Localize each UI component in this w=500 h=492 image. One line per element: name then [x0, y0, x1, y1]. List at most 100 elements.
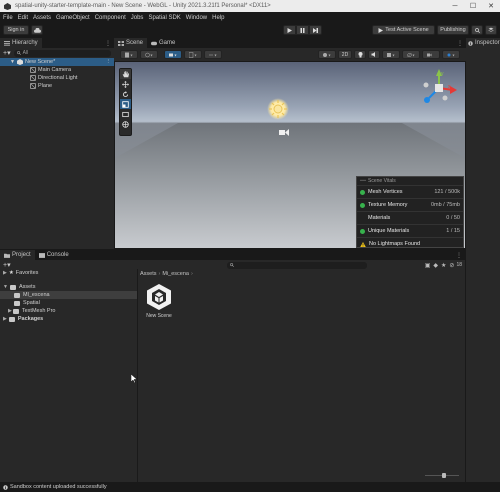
- cloud-button[interactable]: [31, 25, 43, 35]
- maximize-button[interactable]: ☐: [464, 0, 482, 12]
- favorite-icon[interactable]: ★: [441, 262, 446, 269]
- directional-light-icon: [269, 100, 287, 118]
- kebab-menu-icon[interactable]: ⋮: [456, 252, 462, 259]
- tree-favorites[interactable]: ▶ ★ Favorites: [0, 269, 137, 277]
- tree-folder-textmesh-pro[interactable]: ▶ TextMesh Pro: [0, 307, 137, 315]
- slider-handle[interactable]: [442, 473, 446, 478]
- hierarchy-tabbar: Hierarchy ⋮: [0, 38, 114, 48]
- play-icon: [378, 27, 384, 33]
- hand-icon: [122, 70, 129, 77]
- test-active-scene-button[interactable]: Test Active Scene: [372, 25, 435, 35]
- render-mode-dropdown[interactable]: ▾: [318, 50, 336, 59]
- sphere-icon: ▾: [322, 52, 330, 57]
- tree-folder-spatial[interactable]: Spatial: [0, 299, 137, 307]
- tab-hierarchy[interactable]: Hierarchy: [0, 38, 42, 48]
- menu-file[interactable]: File: [3, 15, 13, 21]
- menu-jobs[interactable]: Jobs: [131, 15, 144, 21]
- tab-game[interactable]: Game: [147, 38, 179, 48]
- search-by-label-icon[interactable]: ◆: [433, 262, 438, 269]
- hierarchy-search-input[interactable]: All: [13, 49, 111, 57]
- svg-text:▾: ▾: [150, 52, 152, 57]
- add-button[interactable]: +▾: [3, 261, 11, 269]
- view-tool[interactable]: [120, 69, 131, 79]
- tree-folder-ml-escena[interactable]: Ml_escena: [0, 291, 137, 299]
- kebab-menu-icon[interactable]: ⋮: [457, 40, 463, 47]
- orientation-gizmo[interactable]: x y: [419, 68, 459, 108]
- toggle-2d-button[interactable]: 2D: [338, 50, 352, 59]
- minimize-button[interactable]: ─: [446, 0, 464, 12]
- tree-packages[interactable]: ▶ Packages: [0, 315, 137, 323]
- hidden-objects-toggle[interactable]: ▾: [402, 50, 420, 59]
- tab-console[interactable]: Console: [35, 250, 73, 260]
- rotate-icon: [122, 90, 129, 97]
- publishing-button[interactable]: Publishing: [437, 25, 469, 35]
- rotate-tool[interactable]: [120, 89, 131, 99]
- tab-project[interactable]: Project: [0, 250, 35, 260]
- tree-assets[interactable]: ▼ Assets: [0, 283, 137, 291]
- draw-mode-dropdown[interactable]: ▾: [120, 50, 138, 59]
- gizmos-dropdown[interactable]: ▾: [442, 50, 460, 59]
- snap-increment-dropdown[interactable]: ▾: [204, 50, 222, 59]
- scene-name: New Scene*: [24, 59, 56, 65]
- menu-component[interactable]: Component: [95, 15, 126, 21]
- lighting-toggle[interactable]: [354, 50, 366, 59]
- tab-game-label: Game: [159, 40, 176, 46]
- kebab-menu-icon[interactable]: ⋮: [106, 59, 112, 65]
- zoom-slider[interactable]: [425, 473, 459, 478]
- svg-text:▾: ▾: [412, 52, 414, 57]
- tree-label: Ml_escena: [23, 292, 50, 298]
- hidden-packages-icon[interactable]: ⊘: [449, 262, 454, 269]
- pivot-dropdown[interactable]: ▾: [164, 50, 182, 59]
- move-tool[interactable]: [120, 79, 131, 89]
- play-button[interactable]: [283, 25, 296, 35]
- project-search-input[interactable]: [226, 261, 367, 269]
- search-by-type-icon[interactable]: ▣: [425, 262, 431, 269]
- tab-scene[interactable]: Scene: [114, 38, 148, 48]
- search-button[interactable]: [471, 25, 483, 35]
- transform-tool[interactable]: [120, 119, 131, 129]
- asset-item-new-scene[interactable]: New Scene: [140, 283, 178, 323]
- pause-button[interactable]: [296, 25, 309, 35]
- audio-toggle[interactable]: [368, 50, 380, 59]
- speaker-icon: [371, 52, 375, 57]
- menu-window[interactable]: Window: [186, 15, 207, 21]
- menu-spatial-sdk[interactable]: Spatial SDK: [148, 15, 180, 21]
- scale-tool[interactable]: [120, 99, 131, 109]
- menu-edit[interactable]: Edit: [18, 15, 28, 21]
- menu-help[interactable]: Help: [212, 15, 224, 21]
- add-button[interactable]: +▾: [3, 49, 11, 57]
- rect-tool[interactable]: [120, 109, 131, 119]
- item-label: Plane: [38, 83, 53, 89]
- breadcrumb: Assets › Mi_escena ›: [140, 270, 195, 278]
- grid-snap-dropdown[interactable]: ▾: [184, 50, 202, 59]
- step-button[interactable]: [309, 25, 322, 35]
- effects-dropdown[interactable]: ▾: [382, 50, 400, 59]
- hierarchy-item-directional-light[interactable]: Directional Light: [0, 74, 114, 82]
- vitals-label: No Lightmaps Found: [369, 241, 421, 247]
- globe-icon: ▾: [144, 52, 152, 57]
- svg-text:▾: ▾: [194, 52, 196, 57]
- kebab-menu-icon[interactable]: ⋮: [105, 40, 111, 47]
- vitals-label: Materials: [368, 215, 391, 221]
- item-label: Directional Light: [38, 75, 78, 81]
- sign-in-button[interactable]: Sign in: [3, 25, 29, 35]
- menu-assets[interactable]: Assets: [33, 15, 51, 21]
- hierarchy-item-main-camera[interactable]: Main Camera: [0, 66, 114, 74]
- transform-icon: [122, 120, 129, 128]
- hierarchy-item-scene[interactable]: ▼ New Scene* ⋮: [0, 58, 114, 66]
- status-message: Sandbox content uploaded successfully: [10, 484, 107, 490]
- tree-label: Favorites: [15, 270, 39, 276]
- breadcrumb-item[interactable]: Assets: [140, 271, 157, 277]
- camera-dropdown[interactable]: [422, 50, 440, 59]
- play-icon: [287, 27, 292, 33]
- gizmo-dropdown[interactable]: ▾: [140, 50, 158, 59]
- step-icon: [313, 27, 318, 33]
- folder-icon: [12, 308, 19, 314]
- folder-icon: [14, 300, 20, 306]
- menu-gameobject[interactable]: GameObject: [56, 15, 90, 21]
- layers-button[interactable]: [485, 25, 497, 35]
- hierarchy-item-plane[interactable]: Plane: [0, 82, 114, 90]
- close-button[interactable]: ✕: [482, 0, 500, 12]
- breadcrumb-item[interactable]: Mi_escena: [162, 271, 189, 277]
- tab-inspector[interactable]: Inspector: [466, 38, 500, 48]
